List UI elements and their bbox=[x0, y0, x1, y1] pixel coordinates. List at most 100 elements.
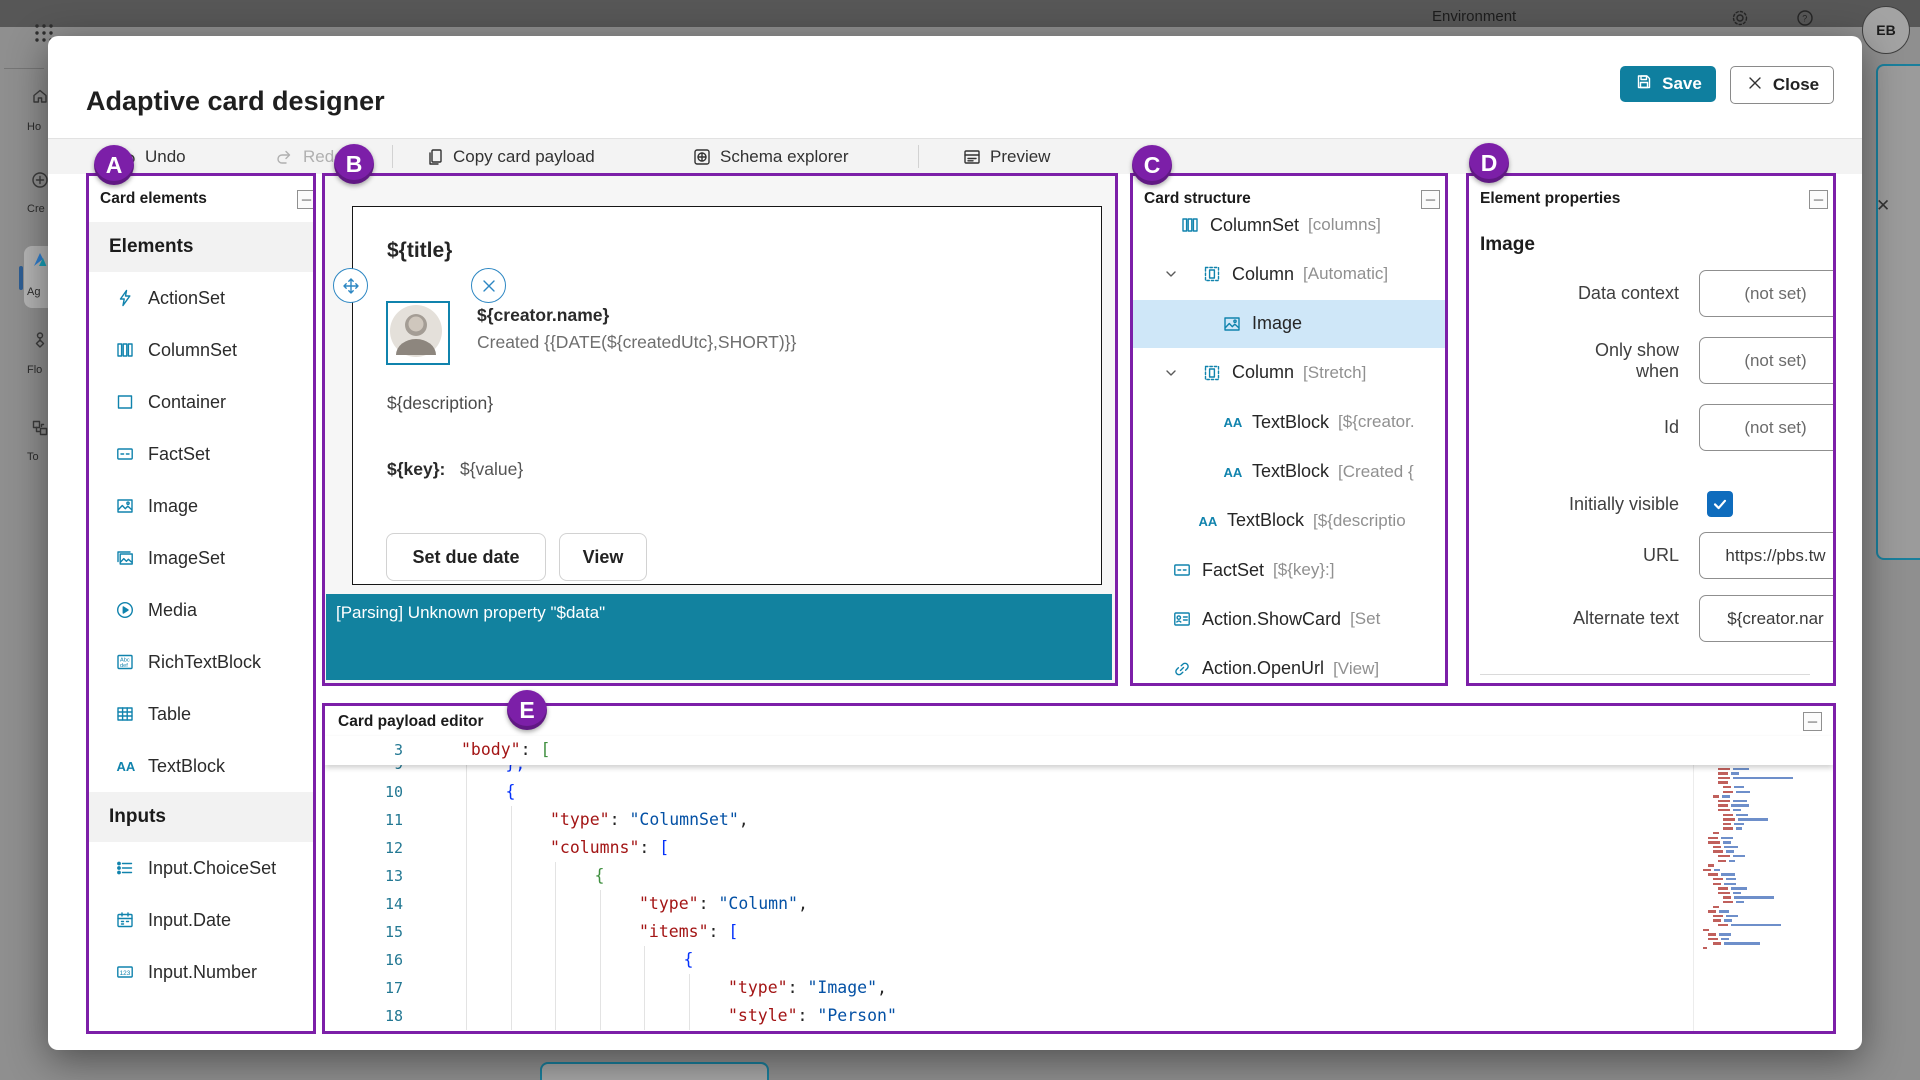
card-view-button[interactable]: View bbox=[559, 533, 647, 581]
code-line-12[interactable]: 12"columns": [ bbox=[325, 834, 1695, 862]
minimap[interactable] bbox=[1698, 740, 1818, 1028]
code-line-11[interactable]: 11"type": "ColumnSet", bbox=[325, 806, 1695, 834]
element-item-input-date[interactable]: Input.Date bbox=[89, 894, 313, 946]
card-description-textblock[interactable]: ${description} bbox=[387, 393, 493, 414]
collapse-payload-editor-button[interactable]: ─ bbox=[1803, 712, 1822, 731]
card-creator-textblock[interactable]: ${creator.name} bbox=[477, 305, 609, 326]
code-editor[interactable]: 9},10{11"type": "ColumnSet",12"columns":… bbox=[325, 765, 1695, 1031]
toolbar-divider bbox=[392, 145, 393, 168]
delete-element-button[interactable] bbox=[471, 268, 506, 303]
card-elements-title: Card elements bbox=[100, 190, 207, 208]
element-item-container[interactable]: Container bbox=[89, 376, 313, 428]
code-line-13[interactable]: 13{ bbox=[325, 862, 1695, 890]
element-item-textblock[interactable]: AATextBlock bbox=[89, 740, 313, 792]
annotation-badge-B: B bbox=[334, 144, 374, 184]
preview-icon bbox=[962, 147, 982, 167]
textblock-icon: AA bbox=[1222, 462, 1242, 482]
card-payload-editor-title: Card payload editor bbox=[338, 713, 484, 731]
property-input-url[interactable]: https://pbs.tw bbox=[1699, 532, 1836, 579]
redo-icon bbox=[275, 147, 295, 167]
element-item-richtextblock[interactable]: AbcdefRichTextBlock bbox=[89, 636, 313, 688]
chevron-down-icon[interactable] bbox=[1161, 363, 1181, 383]
card-payload-editor-panel: Card payload editor ─ 3"body": [ 9},10{1… bbox=[322, 703, 1836, 1034]
element-item-media[interactable]: Media bbox=[89, 584, 313, 636]
code-line-10[interactable]: 10{ bbox=[325, 778, 1695, 806]
element-item-imageset[interactable]: ImageSet bbox=[89, 532, 313, 584]
tree-row-image[interactable]: Image bbox=[1133, 300, 1445, 348]
card-factset[interactable]: ${key}: ${value} bbox=[387, 459, 523, 480]
property-input-data-context[interactable]: (not set) bbox=[1699, 270, 1836, 317]
factset-icon bbox=[1172, 560, 1192, 580]
rail-selection-bar bbox=[19, 266, 23, 290]
tree-row-action-openurl[interactable]: Action.OpenUrl[View] bbox=[1133, 645, 1445, 683]
flows-rail-icon[interactable] bbox=[30, 330, 50, 355]
create-rail-icon[interactable] bbox=[30, 170, 50, 195]
close-button[interactable]: Close bbox=[1730, 66, 1834, 104]
home-rail-icon[interactable] bbox=[30, 86, 50, 111]
tree-row-textblock[interactable]: AATextBlock[${descriptio bbox=[1133, 497, 1445, 545]
element-item-input-number[interactable]: 123Input.Number bbox=[89, 946, 313, 998]
card-set-due-date-button[interactable]: Set due date bbox=[386, 533, 546, 581]
tree-row-column[interactable]: Column[Stretch] bbox=[1133, 349, 1445, 397]
copy-card-payload-button[interactable]: Copy card payload bbox=[425, 139, 595, 174]
element-item-factset[interactable]: FactSet bbox=[89, 428, 313, 480]
code-line-9[interactable]: 9}, bbox=[325, 765, 1695, 778]
svg-text:?: ? bbox=[1802, 13, 1807, 23]
help-icon[interactable]: ? bbox=[1795, 8, 1815, 33]
element-item-image[interactable]: Image bbox=[89, 480, 313, 532]
card-structure-tree: ColumnSet[columns]Column[Automatic]Image… bbox=[1133, 215, 1445, 683]
columnset-icon bbox=[115, 340, 135, 360]
rail-divider bbox=[4, 68, 44, 69]
property-input-alternate-text[interactable]: ${creator.nar bbox=[1699, 595, 1836, 642]
save-button[interactable]: Save bbox=[1620, 66, 1716, 102]
property-label-initially-visible: Initially visible bbox=[1489, 481, 1679, 528]
property-input-id[interactable]: (not set) bbox=[1699, 404, 1836, 451]
tree-row-column[interactable]: Column[Automatic] bbox=[1133, 250, 1445, 298]
property-input-only-show-when[interactable]: (not set) bbox=[1699, 337, 1836, 384]
element-item-input-choiceset[interactable]: Input.ChoiceSet bbox=[89, 842, 313, 894]
tree-row-columnset[interactable]: ColumnSet[columns] bbox=[1133, 215, 1445, 249]
image-icon bbox=[115, 496, 135, 516]
element-item-table[interactable]: Table bbox=[89, 688, 313, 740]
collapse-element-properties-button[interactable]: ─ bbox=[1809, 190, 1828, 209]
chevron-down-icon[interactable] bbox=[1161, 264, 1181, 284]
preview-button[interactable]: Preview bbox=[962, 139, 1050, 174]
sticky-scroll-line: 3"body": [ bbox=[325, 736, 1833, 765]
element-item-actionset[interactable]: ActionSet bbox=[89, 272, 313, 324]
columnset-icon bbox=[1180, 215, 1200, 235]
parsing-error-bar: [Parsing] Unknown property "$data" bbox=[326, 594, 1112, 680]
schema-explorer-button[interactable]: Schema explorer bbox=[692, 139, 849, 174]
background-pane-close-icon: ✕ bbox=[1876, 196, 1890, 216]
annotation-badge-D: D bbox=[1469, 143, 1509, 183]
copy-icon bbox=[425, 147, 445, 167]
tools-rail-icon[interactable] bbox=[30, 418, 50, 443]
section-header-elements: Elements bbox=[89, 222, 313, 272]
tree-row-textblock[interactable]: AATextBlock[Created { bbox=[1133, 448, 1445, 496]
initially-visible-checkbox[interactable] bbox=[1707, 491, 1733, 517]
agents-rail-icon[interactable] bbox=[30, 250, 50, 275]
rail-item-label: Flo bbox=[27, 364, 42, 376]
drag-handle-button[interactable] bbox=[333, 268, 368, 303]
tree-row-action-showcard[interactable]: Action.ShowCard[Set bbox=[1133, 595, 1445, 643]
adaptive-card-designer-dialog: Adaptive card designer Save Close UndoRe… bbox=[48, 36, 1862, 1050]
code-line-14[interactable]: 14"type": "Column", bbox=[325, 890, 1695, 918]
settings-gear-icon[interactable] bbox=[1730, 8, 1750, 33]
actionset-icon bbox=[115, 288, 135, 308]
card-avatar-image[interactable] bbox=[386, 301, 450, 365]
code-line-17[interactable]: 17"type": "Image", bbox=[325, 974, 1695, 1002]
tree-row-textblock[interactable]: AATextBlock[${creator. bbox=[1133, 398, 1445, 446]
tree-row-factset[interactable]: FactSet[${key}:] bbox=[1133, 546, 1445, 594]
card-title-textblock[interactable]: ${title} bbox=[387, 239, 452, 263]
element-item-columnset[interactable]: ColumnSet bbox=[89, 324, 313, 376]
textblock-icon: AA bbox=[115, 756, 135, 776]
code-line-18[interactable]: 18"style": "Person" bbox=[325, 1002, 1695, 1030]
code-line-15[interactable]: 15"items": [ bbox=[325, 918, 1695, 946]
collapse-card-elements-button[interactable]: ─ bbox=[297, 190, 316, 209]
code-line-3[interactable]: 3"body": [ bbox=[325, 736, 1833, 764]
code-line-16[interactable]: 16{ bbox=[325, 946, 1695, 974]
user-avatar[interactable]: EB bbox=[1862, 6, 1910, 54]
collapse-card-structure-button[interactable]: ─ bbox=[1421, 190, 1440, 209]
svg-text:AA: AA bbox=[1199, 514, 1218, 529]
svg-text:123: 123 bbox=[120, 970, 131, 977]
card-created-textblock[interactable]: Created {{DATE(${createdUtc},SHORT)}} bbox=[477, 332, 796, 353]
